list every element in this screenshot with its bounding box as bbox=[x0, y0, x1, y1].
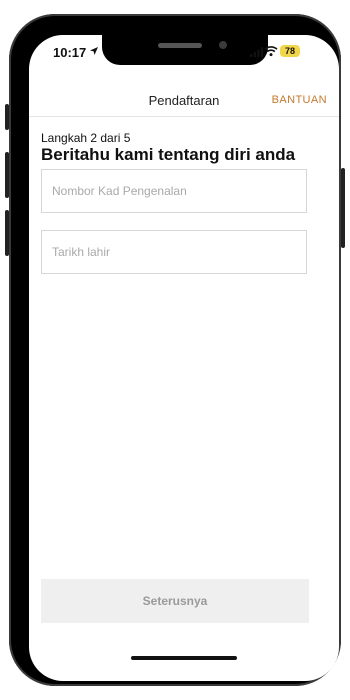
form-heading: Beritahu kami tentang diri anda bbox=[41, 145, 296, 164]
birth-date-field[interactable] bbox=[41, 230, 307, 274]
app-screen: 10:17 78 Pendaftaran BANTUAN Langkah 2 d… bbox=[29, 35, 339, 681]
status-time: 10:17 bbox=[53, 45, 87, 60]
silent-switch bbox=[5, 104, 9, 130]
wifi-icon bbox=[264, 46, 278, 57]
power-button bbox=[341, 168, 345, 248]
id-number-input[interactable] bbox=[42, 170, 306, 212]
step-indicator: Langkah 2 dari 5 bbox=[41, 131, 131, 145]
signal-icon bbox=[250, 47, 264, 57]
notch bbox=[102, 35, 268, 65]
header-divider bbox=[29, 116, 339, 117]
front-camera bbox=[219, 41, 227, 49]
speaker bbox=[158, 43, 202, 48]
location-icon bbox=[90, 47, 98, 55]
battery-icon: 78 bbox=[280, 45, 300, 57]
birth-date-input[interactable] bbox=[42, 231, 306, 273]
help-button[interactable]: BANTUAN bbox=[272, 94, 327, 106]
volume-down-button bbox=[5, 210, 9, 256]
next-button[interactable]: Seterusnya bbox=[41, 579, 309, 623]
home-indicator bbox=[131, 656, 237, 660]
id-number-field[interactable] bbox=[41, 169, 307, 213]
volume-up-button bbox=[5, 152, 9, 198]
